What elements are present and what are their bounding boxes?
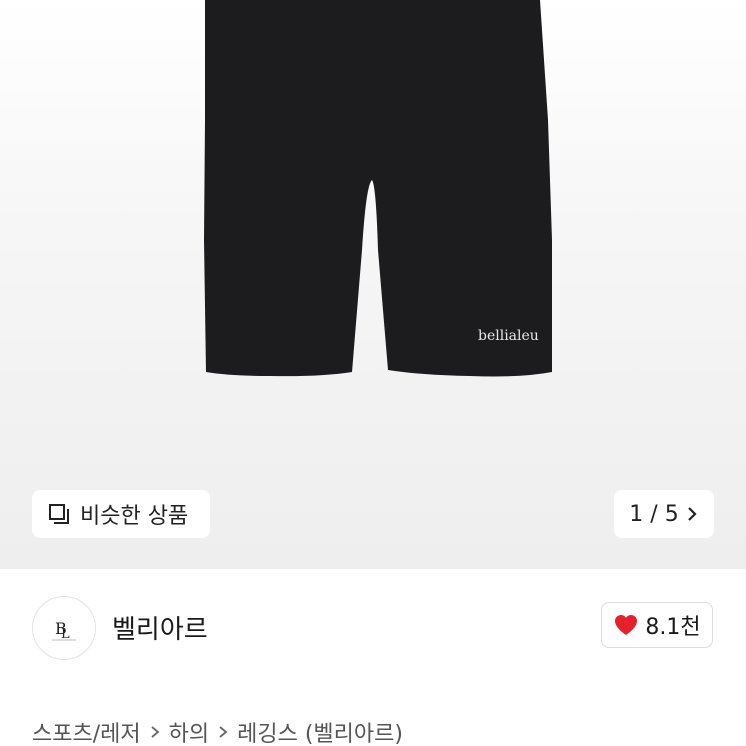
chevron-right-icon — [687, 507, 697, 521]
product-image: bellialeu — [204, 0, 552, 377]
chevron-right-icon — [151, 726, 160, 738]
pager-text: 1 / 5 — [629, 501, 679, 527]
product-image-area[interactable]: bellialeu 비슷한 상품 1 / 5 — [0, 0, 746, 569]
like-button[interactable]: 8.1천 — [601, 602, 713, 648]
stack-squares-icon — [49, 504, 69, 524]
like-count: 8.1천 — [645, 615, 701, 640]
similar-products-label: 비슷한 상품 — [80, 504, 189, 529]
image-pager-button[interactable]: 1 / 5 — [614, 490, 714, 538]
similar-products-button[interactable]: 비슷한 상품 — [32, 490, 210, 538]
shop-info-row: B L 벨리아르 8.1천 — [0, 569, 746, 687]
chevron-right-icon — [219, 726, 228, 738]
breadcrumb-item-bottoms[interactable]: 하의 — [169, 716, 209, 746]
shop-name[interactable]: 벨리아르 — [112, 609, 208, 646]
breadcrumb-item-leggings[interactable]: 레깅스 (벨리아르) — [237, 716, 403, 746]
shop-logo[interactable]: B L — [32, 596, 96, 660]
shop-logo-mark: B L — [52, 619, 76, 642]
breadcrumb-item-sports[interactable]: 스포츠/레저 — [32, 716, 141, 746]
shorts-shape — [204, 0, 552, 377]
heart-icon — [615, 615, 638, 635]
brand-print: bellialeu — [478, 328, 539, 344]
breadcrumb: 스포츠/레저 하의 레깅스 (벨리아르) — [32, 715, 403, 746]
